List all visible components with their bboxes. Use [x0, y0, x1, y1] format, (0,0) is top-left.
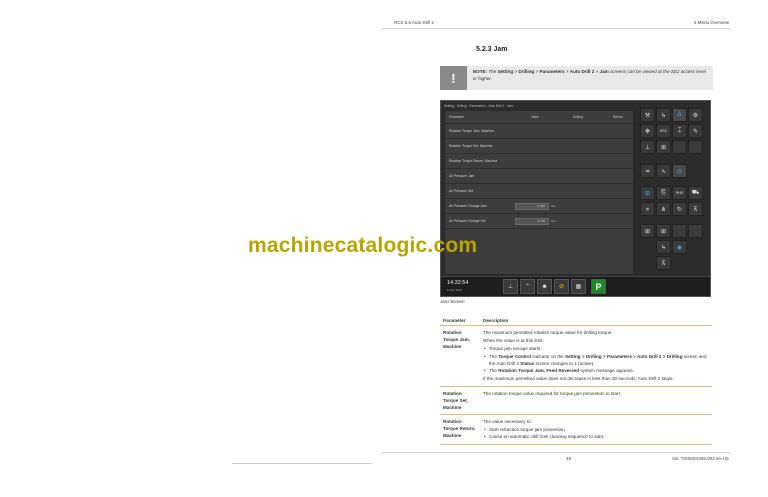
blue-circle-icon[interactable]: ◉	[672, 240, 687, 254]
rig-a-icon[interactable]: ⊞	[640, 224, 655, 238]
engine-icon[interactable]: ⊘	[554, 279, 569, 294]
table-row[interactable]: Rotation Torque Return, Machine	[445, 154, 633, 169]
target-icon[interactable]: ◎	[672, 164, 687, 178]
table-row: Rotation Torque Set, Machine The rotatio…	[440, 386, 712, 415]
param-name: Rotation Torque Return, Machine	[440, 414, 480, 445]
clock-date: 11 Apr 2024	[447, 288, 462, 292]
rhs-icon[interactable]: RHS	[672, 186, 687, 200]
flow-icon[interactable]: ⋔	[656, 202, 671, 216]
boom-icon[interactable]: ↳	[656, 108, 671, 122]
parameter-table-header: Parameter Value Drilling Return	[445, 111, 633, 124]
truck-icon[interactable]: ⛟	[688, 186, 703, 200]
empty-tile[interactable]	[688, 224, 703, 238]
rig-b-icon[interactable]: ⊞	[656, 224, 671, 238]
refresh-icon[interactable]: ↻	[672, 202, 687, 216]
header-rule	[382, 28, 730, 29]
empty-tile[interactable]	[672, 140, 687, 154]
table-row[interactable]: Air Pressure Change Set 0.710 bar	[445, 214, 633, 229]
note-box: ! NOTE: The Setting > Drilling > Paramet…	[440, 66, 713, 90]
drill-icon[interactable]: ⚒	[640, 108, 655, 122]
screen-status-bar: 14:32:54 11 Apr 2024 ⊥ ⌃ ☻ ⊘ ▦ P	[441, 276, 710, 296]
param-description: The rotation torque value required for t…	[480, 386, 712, 415]
jam-screen-image: Setting - Drilling - Parameters - Auto D…	[440, 100, 711, 297]
empty-tile[interactable]	[672, 224, 687, 238]
arc-icon[interactable]: ARC	[656, 124, 671, 138]
watermark: machinecatalogic.com	[248, 234, 478, 257]
table-row[interactable]: Rotation Torque Jam, Machine	[445, 124, 633, 139]
column-header-parameter: Parameter	[440, 316, 480, 326]
param-name: Rotation Torque Set, Machine	[440, 386, 480, 415]
note-text: NOTE: The Setting > Drilling > Parameter…	[472, 69, 706, 81]
table-row[interactable]: Air Pressure Set	[445, 184, 633, 199]
page-number: 49	[566, 456, 572, 461]
chevron-up-icon[interactable]: ⌃	[520, 279, 535, 294]
empty-tile[interactable]	[688, 140, 703, 154]
compass-icon[interactable]: ✥	[640, 124, 655, 138]
chart-icon[interactable]: ⊥	[503, 279, 518, 294]
copy-icon[interactable]: ⎘	[656, 186, 671, 200]
warning-icon: !	[440, 66, 467, 90]
drill-settings-icon[interactable]: ⊞	[640, 186, 655, 200]
navigation-tiles: ⚒ ↳ Δ ⚙ ✥ ARC ⌶ ✎ ⊥ ⊞ ≖ ∿ ◎ ⊞ ⎘ RHS ⛟ ⋄ …	[638, 106, 708, 274]
parking-button[interactable]: P	[591, 279, 606, 294]
table-row[interactable]: Air Pressure Change Jam 0.340 bar	[445, 199, 633, 214]
column-header-description: Description	[480, 316, 712, 326]
param-description: The value necessary to: Start retraction…	[480, 414, 712, 445]
parameter-description-table: Parameter Description Rotation Torque Ja…	[440, 316, 712, 445]
grid-icon[interactable]: ▦	[571, 279, 586, 294]
rig-icon[interactable]: ⊞	[656, 140, 671, 154]
filter-icon[interactable]: ⊼	[688, 202, 703, 216]
figure-caption: Jam Screen	[440, 299, 465, 304]
param-description: The maximum permitted rotation torque va…	[480, 325, 712, 387]
filter-lower-icon[interactable]: ⊼	[656, 256, 671, 270]
value-field[interactable]: 0.340	[515, 202, 549, 210]
document-number: No: TIS0004399.003 en-US	[672, 456, 729, 461]
screen-breadcrumb: Setting - Drilling - Parameters - Auto D…	[444, 104, 513, 108]
wrench-icon[interactable]: ✎	[688, 124, 703, 138]
clock-time: 14:32:54	[447, 280, 469, 286]
table-header-row: Parameter Description	[440, 316, 712, 326]
footer-rule-left	[232, 463, 372, 464]
header-doc-title: RCS 5.6 Auto Drill 2	[394, 20, 435, 25]
value-field[interactable]: 0.710	[515, 217, 549, 225]
table-row[interactable]: Air Pressure Jam	[445, 169, 633, 184]
level-icon[interactable]: ≖	[640, 164, 655, 178]
param-name: Rotation Torque Jam, Machine	[440, 325, 480, 387]
operator-icon[interactable]: ☻	[537, 279, 552, 294]
section-title: 5.2.3 Jam	[476, 46, 508, 53]
rod-icon[interactable]: ⌶	[672, 124, 687, 138]
chart-icon[interactable]: ⊥	[640, 140, 655, 154]
table-row: Rotation Torque Jam, Machine The maximum…	[440, 325, 712, 387]
signal-icon[interactable]: ∿	[656, 164, 671, 178]
header-chapter: 5 Menu Overview	[693, 20, 729, 25]
boom-lower-icon[interactable]: ↳	[656, 240, 671, 254]
split-icon[interactable]: ⋄	[640, 202, 655, 216]
table-row: Rotation Torque Return, Machine The valu…	[440, 414, 712, 445]
table-row[interactable]: Rotation Torque Set, Machine	[445, 139, 633, 154]
bit-icon[interactable]: Δ	[672, 108, 687, 122]
footer-rule	[382, 452, 730, 453]
gear-icon[interactable]: ⚙	[688, 108, 703, 122]
